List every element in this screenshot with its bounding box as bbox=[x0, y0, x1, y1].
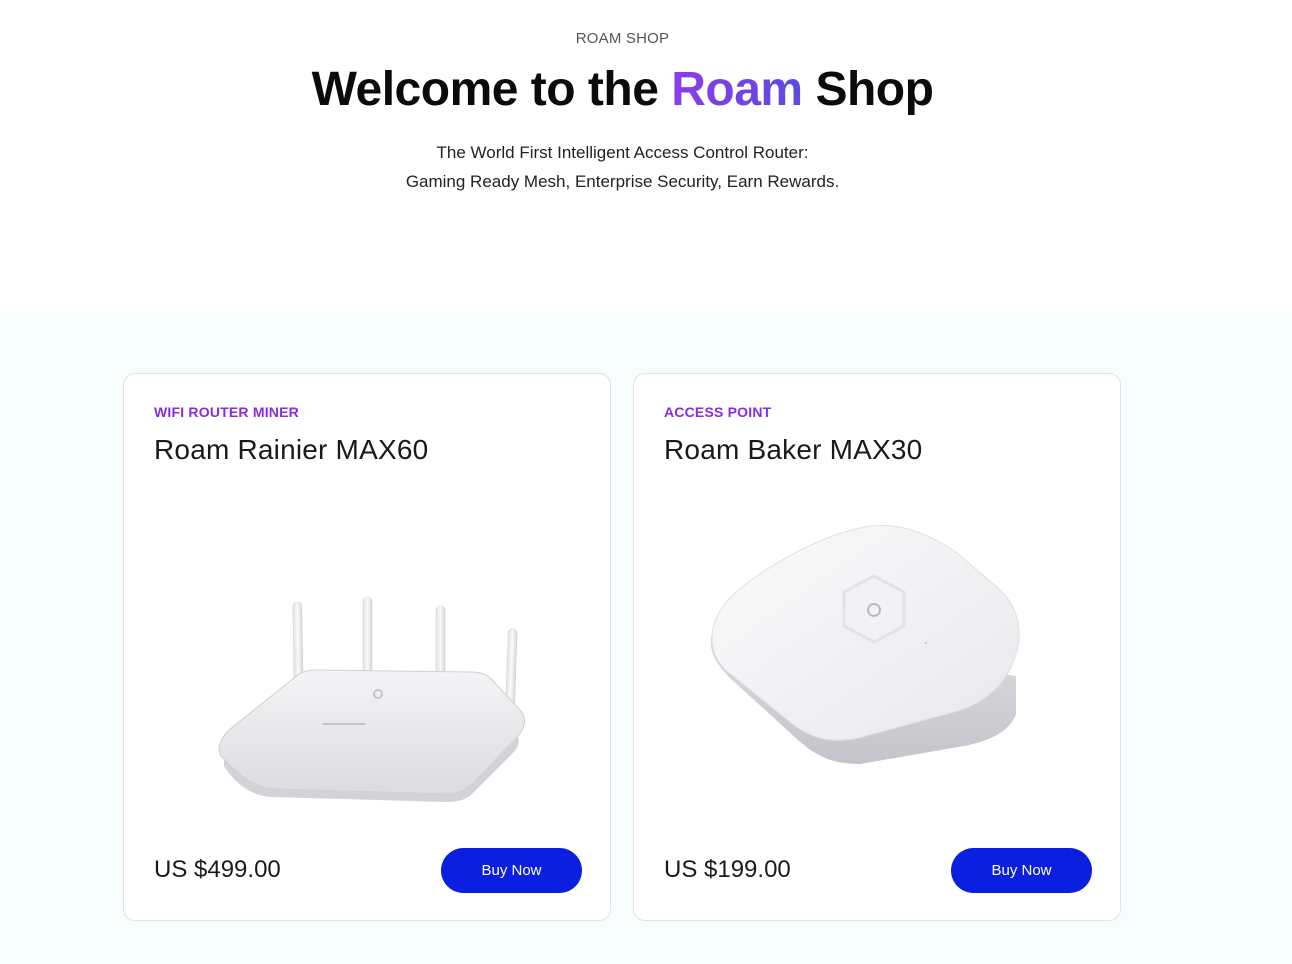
subtitle-line-2: Gaming Ready Mesh, Enterprise Security, … bbox=[405, 172, 840, 191]
product-price: US $499.00 bbox=[154, 856, 281, 883]
access-point-icon bbox=[710, 525, 1020, 764]
hero-section: ROAM SHOP Welcome to the Roam Shop The W… bbox=[0, 0, 1292, 312]
shop-eyebrow: ROAM SHOP bbox=[575, 30, 670, 47]
products-section: WIFI ROUTER MINER Roam Rainier MAX60 US … bbox=[0, 312, 1292, 964]
product-category: WIFI ROUTER MINER bbox=[154, 404, 299, 420]
page-subtitle: The World First Intelligent Access Contr… bbox=[0, 138, 1245, 196]
product-card-rainier: WIFI ROUTER MINER Roam Rainier MAX60 US … bbox=[123, 373, 611, 921]
title-accent: Roam bbox=[671, 63, 803, 116]
wifi-router-icon bbox=[218, 596, 526, 802]
product-name: Roam Rainier MAX60 bbox=[154, 434, 429, 465]
product-price: US $199.00 bbox=[664, 856, 791, 883]
product-category: ACCESS POINT bbox=[664, 404, 772, 420]
product-card-baker: ACCESS POINT Roam Baker MAX30 US $199.00… bbox=[633, 373, 1121, 921]
title-prefix: Welcome to the bbox=[311, 63, 672, 116]
buy-now-button[interactable]: Buy Now bbox=[441, 848, 582, 893]
buy-now-button[interactable]: Buy Now bbox=[951, 848, 1092, 893]
subtitle-line-1: The World First Intelligent Access Contr… bbox=[436, 143, 809, 162]
page-title: Welcome to the Roam Shop bbox=[0, 62, 1245, 117]
product-name: Roam Baker MAX30 bbox=[664, 434, 923, 465]
title-suffix: Shop bbox=[802, 63, 934, 116]
